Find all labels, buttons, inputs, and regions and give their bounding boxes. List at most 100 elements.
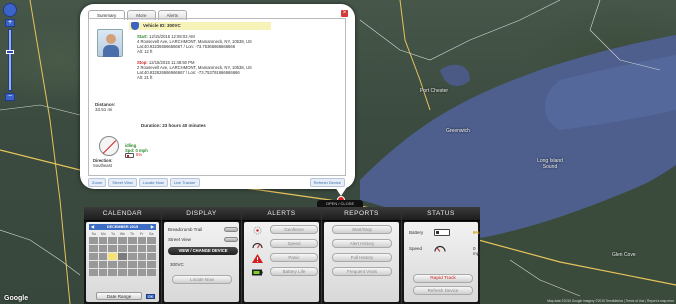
duration: Duration: 23 hours 40 minutes — [141, 123, 206, 128]
calendar-day[interactable] — [108, 245, 118, 252]
calendar-day[interactable] — [89, 261, 98, 268]
calendar-day[interactable] — [137, 269, 147, 276]
calendar-day[interactable] — [147, 253, 156, 260]
pan-control[interactable] — [3, 3, 17, 17]
reports-body: Start/Stop Alert History Full History Fr… — [324, 222, 399, 302]
calendar-month-label: DECEMBER 2015 — [106, 225, 139, 229]
calendar-day[interactable] — [98, 261, 108, 268]
speed-status-row: Speed 0 mph — [409, 245, 482, 256]
stop-latlon: Lat:40.932626666666667 / Lon: -73.753791… — [137, 70, 240, 75]
calendar-day[interactable] — [127, 253, 137, 260]
speed-alert-button[interactable]: Speed — [270, 239, 318, 248]
locate-now-button[interactable]: Locate Now — [172, 275, 232, 284]
zoom-slider[interactable] — [6, 29, 14, 91]
calendar-day[interactable] — [108, 269, 118, 276]
refresh-device-button[interactable]: Refresh Device — [413, 286, 473, 295]
breadcrumb-toggle[interactable] — [224, 227, 238, 232]
zoom-link[interactable]: Zoom — [88, 178, 107, 187]
status-header: STATUS — [402, 207, 480, 221]
map-copyright: Map data ©2015 Google Imagery ©2015 Terr… — [547, 299, 674, 303]
calendar-day[interactable] — [127, 237, 137, 244]
calendar-day[interactable] — [118, 253, 127, 260]
calendar-day[interactable] — [108, 261, 118, 268]
device-name: 300VC — [170, 262, 184, 267]
date-range-button[interactable]: Date Range — [96, 292, 142, 300]
battery-level-icon — [434, 229, 450, 236]
battery-life-button[interactable]: Battery Life — [270, 267, 318, 276]
weekday-label: Tu — [110, 232, 115, 236]
battery-status-value: 6% — [473, 230, 480, 235]
full-history-button[interactable]: Full History — [332, 253, 392, 262]
calendar-day[interactable] — [98, 245, 108, 252]
driver-avatar — [97, 29, 123, 57]
calendar-month: ◀ DECEMBER 2015 ▶ — [89, 224, 156, 230]
vehicle-id-banner: Vehicle ID: 300VC — [129, 22, 271, 30]
calendar-day[interactable] — [147, 261, 156, 268]
view-change-device-button[interactable]: VIEW / CHANGE DEVICE — [168, 247, 238, 255]
live-tracker-link[interactable]: Live Tracker — [169, 178, 200, 187]
calendar-day[interactable] — [147, 245, 156, 252]
start-latlon: Lat:40.93236666666667 / Lon: -73.7536666… — [137, 44, 236, 49]
locate-now-link[interactable]: Locate Now — [138, 178, 168, 187]
calendar-day[interactable] — [147, 237, 156, 244]
calendar-day[interactable] — [89, 237, 98, 244]
calendar-ok-button[interactable]: OK — [146, 294, 155, 299]
calendar-day[interactable] — [89, 253, 98, 260]
frequent-visits-button[interactable]: Frequent Visits — [332, 267, 392, 276]
open-close-toggle[interactable]: OPEN / CLOSE — [317, 200, 363, 207]
next-month-icon[interactable]: ▶ — [151, 224, 154, 230]
calendar-section: CALENDAR ◀ DECEMBER 2015 ▶ Su Mo Tu We T… — [84, 207, 162, 304]
calendar-day[interactable] — [137, 261, 147, 268]
control-dock: CALENDAR ◀ DECEMBER 2015 ▶ Su Mo Tu We T… — [84, 207, 482, 304]
distance: Distance: 33.51 mi — [95, 102, 115, 112]
display-body: Breadcrumb Trail Street View VIEW / CHAN… — [164, 222, 239, 302]
calendar-day[interactable] — [118, 269, 127, 276]
map-label-greenwich: Greenwich — [446, 128, 470, 134]
calendar-grid — [89, 237, 156, 276]
close-icon[interactable]: × — [341, 10, 348, 17]
calendar-day[interactable] — [137, 237, 147, 244]
street-view-row: Street View — [168, 237, 238, 242]
zoom-in-button[interactable]: + — [5, 19, 15, 27]
speedometer-icon — [252, 242, 263, 249]
summary-panel: Vehicle ID: 300VC Start: 12/15/2015 12:0… — [88, 18, 346, 176]
start-stop-report-button[interactable]: Start/Stop — [332, 225, 392, 234]
calendar-day[interactable] — [127, 261, 137, 268]
calendar-day[interactable] — [137, 253, 147, 260]
calendar-day[interactable] — [127, 245, 137, 252]
calendar-day[interactable] — [108, 237, 118, 244]
geofence-button[interactable]: Geofence — [270, 225, 318, 234]
rapid-track-button[interactable]: Rapid Track — [413, 274, 473, 283]
zoom-out-button[interactable]: − — [5, 93, 15, 101]
calendar-day[interactable] — [89, 245, 98, 252]
calendar-day[interactable] — [118, 237, 127, 244]
panic-button[interactable]: Panic — [270, 253, 318, 262]
status-body: Battery 6% Speed 0 mph Rapid Track Refre… — [404, 222, 482, 302]
direction: Direction: Southeast — [93, 158, 113, 168]
alert-history-button[interactable]: Alert History — [332, 239, 392, 248]
reports-section: REPORTS Start/Stop Alert History Full Hi… — [322, 207, 402, 304]
calendar-day[interactable] — [127, 269, 137, 276]
street-view-toggle[interactable] — [224, 237, 238, 242]
calendar-body: ◀ DECEMBER 2015 ▶ Su Mo Tu We Th Fr Sa D… — [86, 222, 159, 302]
refresh-device-link[interactable]: Refresh Device — [309, 178, 345, 187]
calendar-day[interactable] — [118, 245, 127, 252]
zoom-slider-thumb[interactable] — [6, 50, 14, 54]
battery-percent: 6% — [136, 152, 143, 157]
weekday-label: Sa — [149, 232, 154, 236]
breadcrumb-row: Breadcrumb Trail — [168, 227, 238, 232]
speed-status-label: Speed — [409, 246, 423, 251]
calendar-day[interactable] — [89, 269, 98, 276]
calendar-day[interactable] — [98, 237, 108, 244]
street-view-link[interactable]: Street View — [108, 178, 137, 187]
status-section: STATUS Battery 6% Speed 0 mph Rapid Trac… — [402, 207, 482, 304]
calendar-day[interactable] — [118, 261, 127, 268]
calendar-day-today[interactable] — [108, 253, 118, 260]
map-label-port-chester: Port Chester — [420, 88, 449, 94]
calendar-day[interactable] — [137, 245, 147, 252]
calendar-day[interactable] — [98, 253, 108, 260]
calendar-day[interactable] — [147, 269, 156, 276]
vehicle-id: Vehicle ID: 300VC — [143, 23, 181, 28]
prev-month-icon[interactable]: ◀ — [91, 224, 94, 230]
calendar-day[interactable] — [98, 269, 108, 276]
